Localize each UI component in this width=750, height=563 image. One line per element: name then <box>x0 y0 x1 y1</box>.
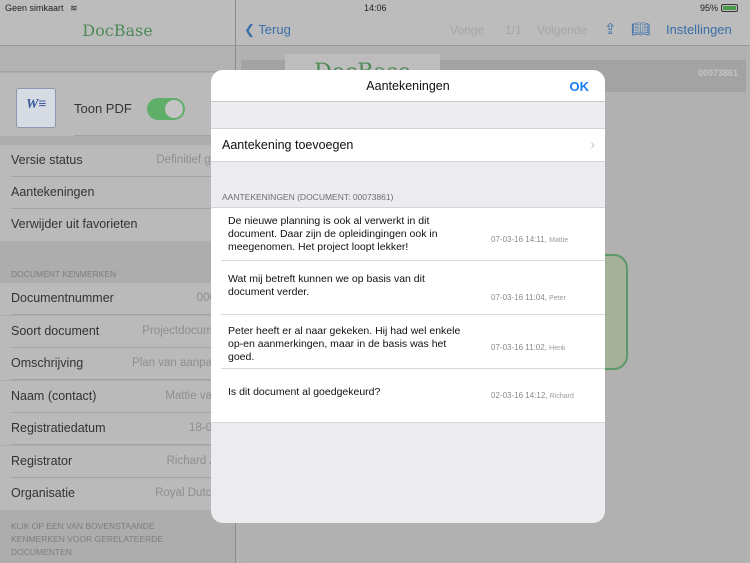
carrier: Geen simkaart <box>5 3 64 13</box>
field-row[interactable]: Registrator Richard Zeev <box>0 445 235 478</box>
note-text: Peter heeft er al naar gekeken. Hij had … <box>228 325 461 363</box>
sidebar-nav-bar: DocBase <box>0 15 235 46</box>
page-indicator: 1/1 <box>505 23 522 37</box>
ok-button[interactable]: OK <box>570 79 590 94</box>
row-label: Aantekeningen <box>11 185 95 199</box>
note-item[interactable]: Peter heeft er al naar gekeken. Hij had … <box>211 315 605 369</box>
note-item[interactable]: De nieuwe planning is ook al verwerkt in… <box>211 207 605 261</box>
field-label: Organisatie <box>11 486 75 500</box>
add-note-label: Aantekening toevoegen <box>222 138 354 152</box>
field-row[interactable]: Soort document Projectdocumenta <box>0 315 235 348</box>
settings-button[interactable]: Instellingen <box>666 22 732 37</box>
note-date: 07-03-16 14:11, <box>491 235 547 244</box>
note-item[interactable]: Is dit document al goedgekeurd? 02-03-16 … <box>211 369 605 423</box>
status-bar: Geen simkaart ≋ 14:06 95% <box>0 0 750 15</box>
add-note-row[interactable]: Aantekening toevoegen › <box>211 128 605 162</box>
sidebar-footer-note: KLIK OP EEN VAN BOVENSTAANDE KENMERKEN V… <box>11 521 163 557</box>
field-row[interactable]: Naam (contact) Mattie van Aa <box>0 380 235 413</box>
field-label: Registratiedatum <box>11 421 106 435</box>
row-label: Versie status <box>11 153 83 167</box>
wifi-icon: ≋ <box>70 3 78 13</box>
row-versie-status[interactable]: Versie status Definitief geslot <box>0 145 235 177</box>
note-date: 07-03-16 11:04, <box>491 293 547 302</box>
nav-bar: ❮ Terug Vorige 1/1 Volgende ⇪ 📖︎ Instell… <box>236 15 750 46</box>
field-label: Registrator <box>11 453 73 468</box>
document-number: 00073861 <box>697 68 738 78</box>
field-row[interactable]: Organisatie Royal Dutch Sh <box>0 478 235 510</box>
note-text: Wat mij betreft kunnen we op basis van d… <box>228 273 425 298</box>
section-header: DOCUMENT KENMERKEN <box>11 269 117 279</box>
chevron-right-icon: › <box>590 136 595 152</box>
note-date: 02-03-16 14:12, <box>491 391 548 400</box>
share-icon[interactable]: ⇪ <box>604 20 617 38</box>
app-logo: DocBase <box>82 21 153 40</box>
row-verwijder-favorieten[interactable]: Verwijder uit favorieten★ <box>0 209 235 241</box>
field-row[interactable]: Documentnummer000738 <box>0 283 235 315</box>
clock: 14:06 <box>364 3 387 13</box>
note-text: Is dit document al goedgekeurd? <box>228 386 381 398</box>
next-button[interactable]: Volgende <box>537 23 587 37</box>
prev-button[interactable]: Vorige <box>450 23 484 37</box>
battery-percent: 95% <box>700 3 719 13</box>
note-author: Henk <box>549 345 566 352</box>
field-label: Naam (contact) <box>11 388 97 403</box>
note-author: Peter <box>549 295 566 302</box>
toon-pdf-toggle[interactable] <box>147 98 185 120</box>
toon-pdf-label: Toon PDF <box>74 101 132 116</box>
note-author: Richard <box>549 393 574 400</box>
modal-title: Aantekeningen <box>366 79 450 93</box>
field-label: Omschrijving <box>11 356 84 370</box>
field-row[interactable]: Omschrijving Plan van aanpak Sh <box>0 348 235 380</box>
field-label: Soort document <box>11 323 100 338</box>
notes-section-header: AANTEKENINGEN (DOCUMENT: 00073861) <box>222 192 394 202</box>
modal-header: Aantekeningen OK <box>211 70 605 102</box>
note-date: 07-03-16 11:02, <box>491 343 547 352</box>
notes-modal: Aantekeningen OK Aantekening toevoegen ›… <box>211 70 605 523</box>
word-document-icon: W≡ <box>16 88 56 128</box>
sidebar: W≡ Toon PDF Versie status Definitief gesl… <box>0 46 235 563</box>
field-label: Documentnummer <box>11 291 114 305</box>
row-aantekeningen[interactable]: Aantekeningen <box>0 177 235 209</box>
row-label: Verwijder uit favorieten <box>11 217 138 231</box>
back-label: Terug <box>258 22 291 37</box>
battery-icon <box>721 4 738 12</box>
field-row[interactable]: Registratiedatum18-02-20 <box>0 413 235 445</box>
back-button[interactable]: ❮ Terug <box>244 22 291 38</box>
bookmarks-icon[interactable]: 📖︎ <box>631 20 650 38</box>
note-item[interactable]: Wat mij betreft kunnen we op basis van d… <box>211 261 605 315</box>
note-author: Mattie <box>549 237 569 244</box>
note-text: De nieuwe planning is ook al verwerkt in… <box>228 215 438 253</box>
